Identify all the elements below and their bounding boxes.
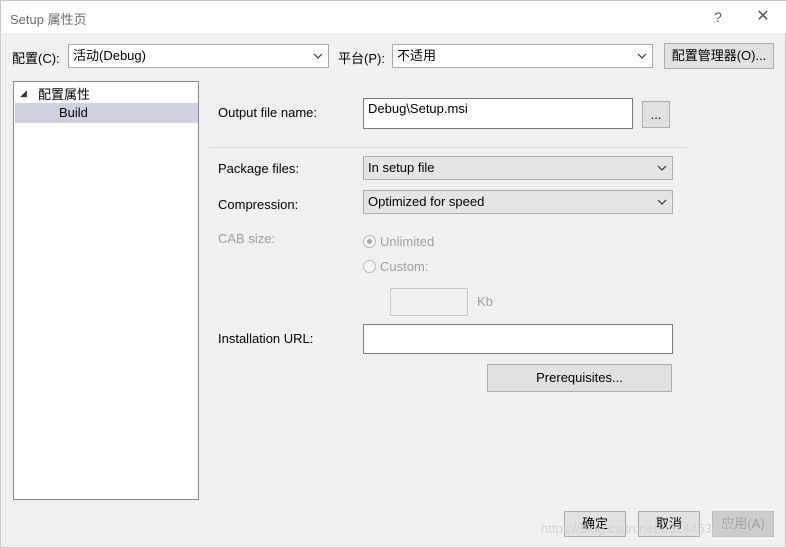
config-label: 配置(C): <box>12 51 60 66</box>
compression-select[interactable]: Optimized for speed <box>363 190 673 214</box>
package-files-value: In setup file <box>368 160 435 175</box>
compression-value: Optimized for speed <box>368 194 485 209</box>
window-title: Setup 属性页 <box>10 12 87 27</box>
config-select[interactable]: 活动(Debug) <box>68 44 329 68</box>
close-button[interactable]: ✕ <box>746 4 780 30</box>
platform-select-value: 不适用 <box>397 48 437 63</box>
config-manager-button[interactable]: 配置管理器(O)... <box>664 43 774 69</box>
chevron-down-icon <box>656 191 668 213</box>
compression-label: Compression: <box>218 197 299 212</box>
package-files-select[interactable]: In setup file <box>363 156 673 180</box>
output-file-label: Output file name: <box>218 105 317 120</box>
property-tree: ◢ 配置属性 Build <box>13 81 199 500</box>
installation-url-label: Installation URL: <box>218 331 314 346</box>
installation-url-input[interactable] <box>363 324 673 354</box>
cab-size-label: CAB size: <box>218 231 276 246</box>
chevron-down-icon <box>636 45 648 67</box>
unlimited-option[interactable]: Unlimited <box>363 234 434 249</box>
custom-radio[interactable] <box>363 260 376 273</box>
tree-root-label: 配置属性 <box>38 86 91 102</box>
title-bar: Setup 属性页 ? ✕ <box>1 1 786 33</box>
custom-label: Custom: <box>380 259 429 274</box>
watermark-text: https://blog.csdn.net/u014453443 <box>541 521 734 536</box>
custom-option[interactable]: Custom: <box>363 259 428 274</box>
properties-dialog: Setup 属性页 ? ✕ 配置(C): 活动(Debug) 平台(P): 不适… <box>0 0 786 548</box>
kb-unit-label: Kb <box>477 294 493 309</box>
package-files-label: Package files: <box>218 161 299 176</box>
divider <box>209 147 687 148</box>
unlimited-label: Unlimited <box>380 234 435 249</box>
prerequisites-button[interactable]: Prerequisites... <box>487 364 672 392</box>
expand-triangle-icon[interactable]: ◢ <box>20 88 38 99</box>
tree-root-item[interactable]: ◢ 配置属性 <box>20 84 90 102</box>
platform-select[interactable]: 不适用 <box>392 44 653 68</box>
tree-item-build[interactable]: Build <box>15 103 198 123</box>
config-select-value: 活动(Debug) <box>73 48 146 63</box>
chevron-down-icon <box>312 45 324 67</box>
output-file-input[interactable]: Debug\Setup.msi <box>363 98 633 129</box>
platform-label: 平台(P): <box>338 51 385 66</box>
unlimited-radio[interactable] <box>363 235 376 248</box>
cab-size-input[interactable] <box>390 288 468 316</box>
browse-button[interactable]: ... <box>642 101 670 128</box>
help-button[interactable]: ? <box>701 4 735 30</box>
chevron-down-icon <box>656 157 668 179</box>
